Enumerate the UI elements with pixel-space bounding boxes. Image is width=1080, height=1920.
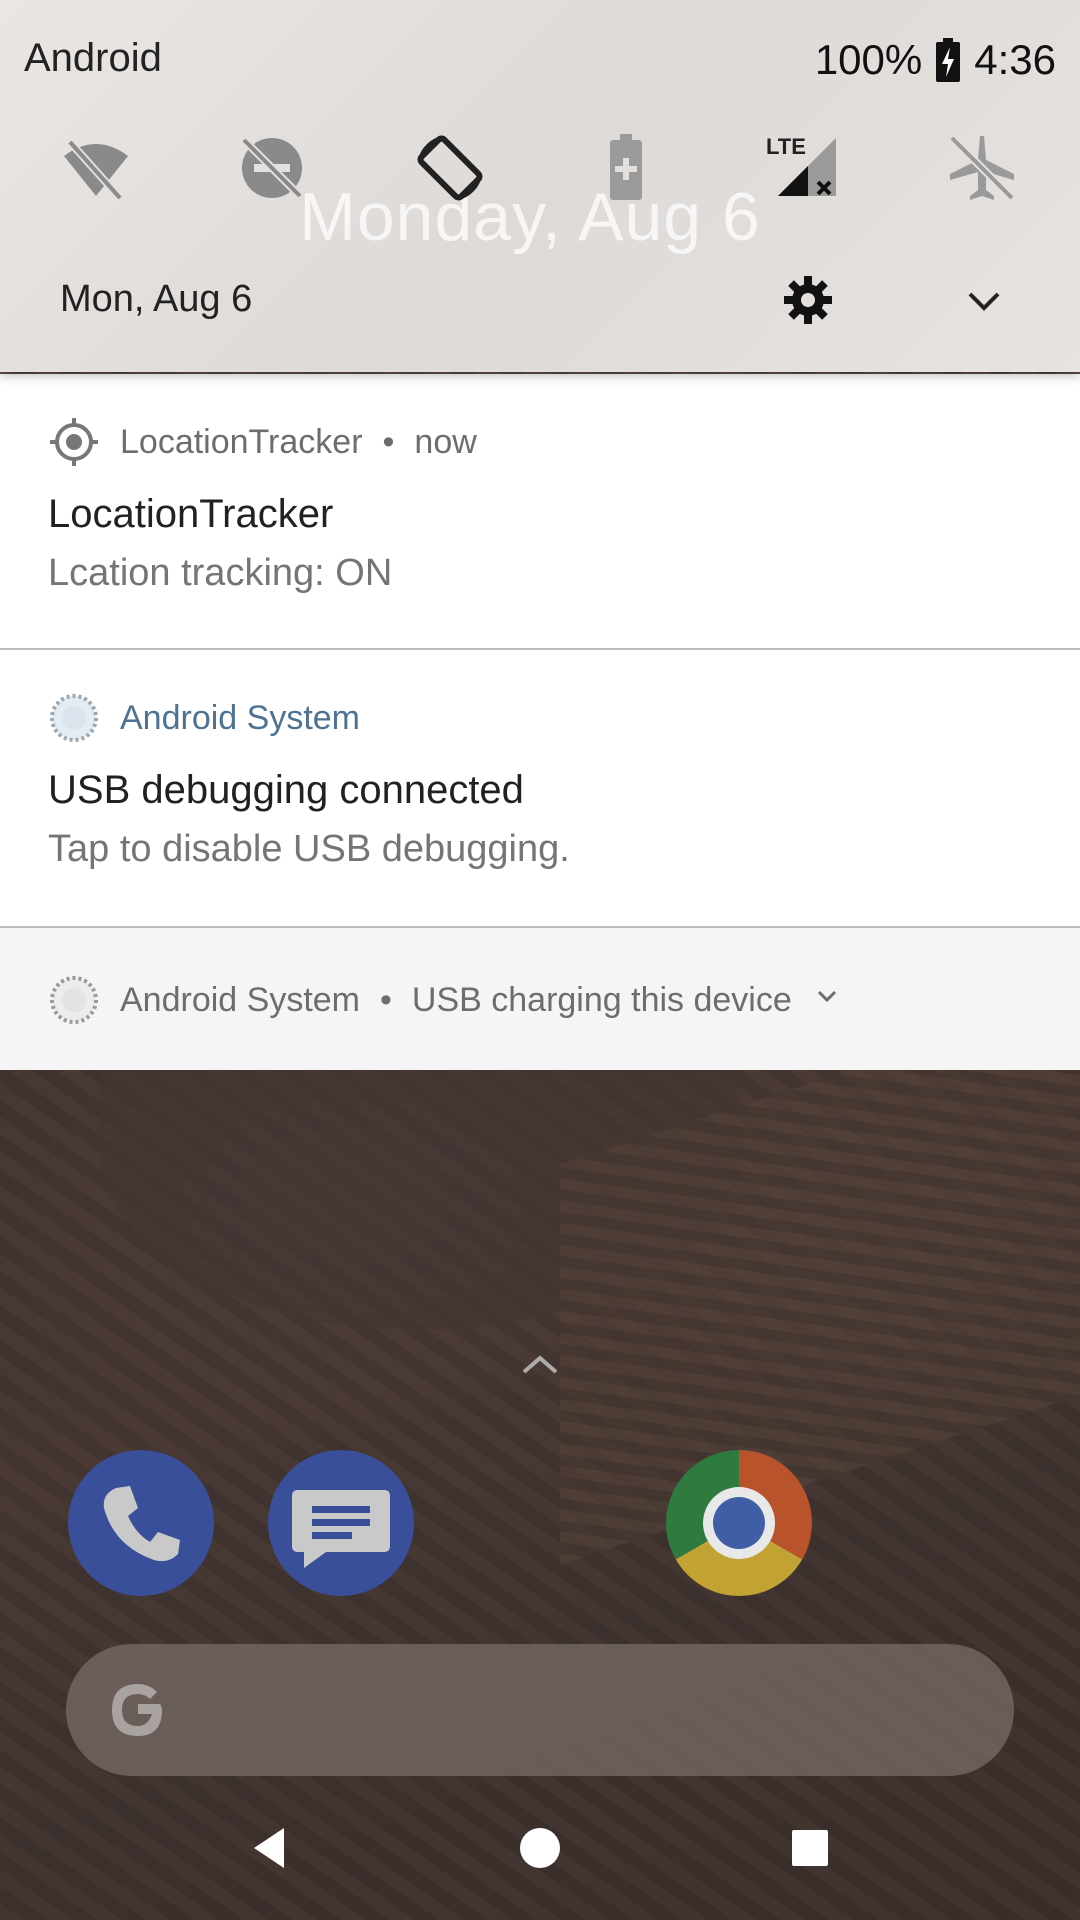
status-icons: 100% 4:36: [815, 34, 1056, 86]
battery-charging-icon: [936, 38, 961, 82]
back-button[interactable]: [244, 1820, 300, 1876]
notification-title: LocationTracker: [48, 492, 334, 536]
app-drawer-chevron-up-icon[interactable]: [520, 1350, 560, 1380]
android-system-icon: [48, 974, 100, 1026]
phone-app-icon[interactable]: [68, 1450, 214, 1596]
android-system-icon: [48, 692, 100, 744]
separator-dot: •: [380, 980, 392, 1019]
google-g-icon: [112, 1684, 162, 1736]
chrome-app-icon[interactable]: [666, 1450, 812, 1596]
notification-header: Android System • USB charging this devic…: [48, 972, 842, 1028]
battery-percent: 100%: [814, 36, 923, 83]
chevron-down-icon[interactable]: [962, 280, 1006, 324]
recents-button[interactable]: [782, 1820, 838, 1876]
notification-text: Tap to disable USB debugging.: [48, 828, 570, 870]
clock: 4:36: [974, 36, 1056, 83]
notification-text: Lcation tracking: ON: [48, 552, 393, 594]
quick-settings-panel: Monday, Aug 6 Android 100% 4:36 LTE Mon,…: [0, 0, 1080, 372]
location-target-icon: [48, 416, 100, 468]
battery-saver-icon[interactable]: [586, 128, 666, 208]
notification-app-name: LocationTracker: [120, 422, 363, 461]
svg-text:LTE: LTE: [766, 134, 806, 159]
chrome-icon-center: [713, 1497, 765, 1549]
notification-usb-debugging[interactable]: Android System USB debugging connected T…: [0, 650, 1080, 926]
notification-title: USB debugging connected: [48, 768, 524, 812]
notification-app-name: Android System: [120, 980, 360, 1019]
mobile-data-lte-icon[interactable]: LTE: [762, 128, 842, 208]
chrome-icon-ring: [703, 1487, 775, 1559]
notification-header: LocationTracker • now: [48, 414, 477, 470]
notification-usb-charging[interactable]: Android System • USB charging this devic…: [0, 928, 1080, 1070]
dnd-off-icon[interactable]: [232, 128, 312, 208]
notification-app-name: Android System: [120, 698, 360, 737]
wifi-off-icon[interactable]: [56, 128, 136, 208]
expand-chevron-icon[interactable]: [812, 981, 842, 1020]
notification-locationtracker[interactable]: LocationTracker • now LocationTracker Lc…: [0, 374, 1080, 648]
settings-gear-icon[interactable]: [782, 274, 834, 326]
messages-app-icon[interactable]: [268, 1450, 414, 1596]
background-date: Monday, Aug 6: [299, 179, 761, 255]
notification-summary: USB charging this device: [411, 980, 792, 1019]
carrier-label: Android: [24, 36, 162, 80]
airplane-mode-icon[interactable]: [942, 128, 1022, 208]
phone-screen: Monday, Aug 6 Android 100% 4:36 LTE Mon,…: [0, 0, 1080, 1920]
qs-date[interactable]: Mon, Aug 6: [60, 278, 252, 321]
auto-rotate-icon[interactable]: [410, 128, 490, 208]
separator-dot: •: [382, 422, 395, 461]
home-button[interactable]: [512, 1820, 568, 1876]
google-search-bar[interactable]: [66, 1644, 1014, 1776]
notification-header: Android System: [48, 690, 360, 746]
notification-time: now: [414, 422, 477, 461]
